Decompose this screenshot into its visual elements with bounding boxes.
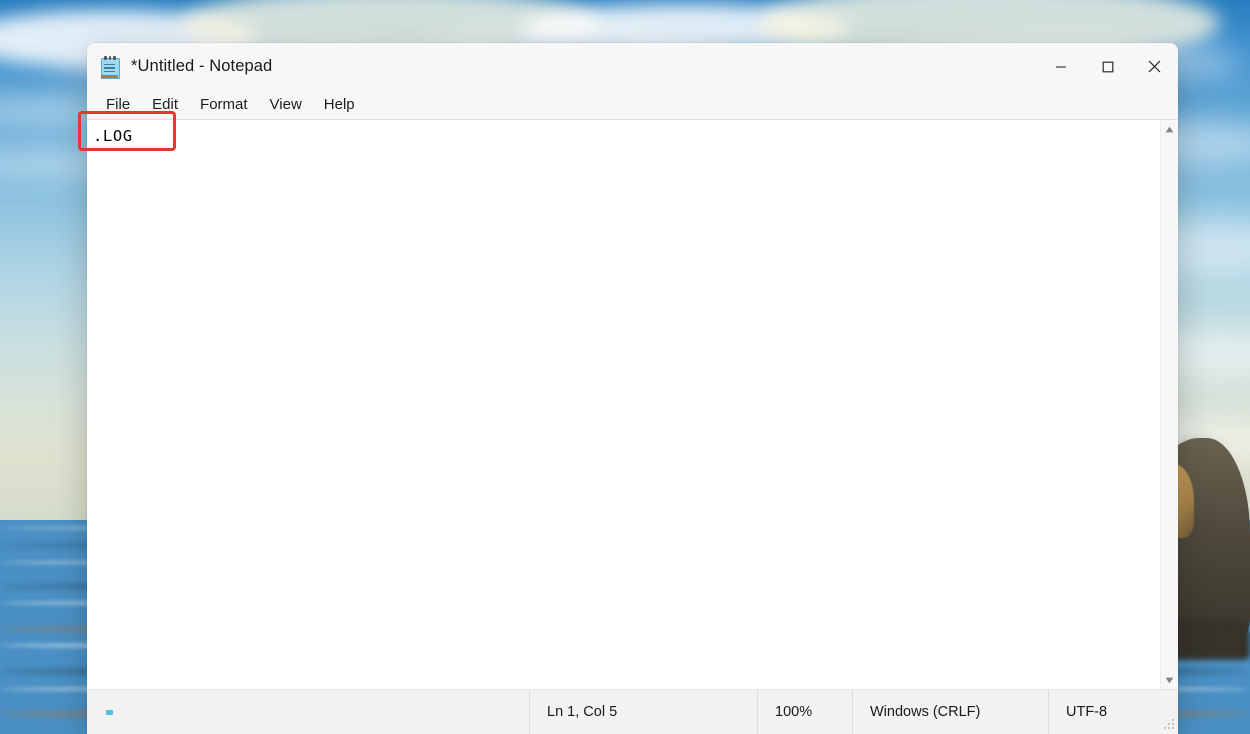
menu-item-help[interactable]: Help	[313, 94, 366, 115]
editor-region: .LOG	[87, 119, 1178, 689]
window-title: *Untitled - Notepad	[131, 57, 273, 75]
notepad-icon	[100, 55, 120, 79]
close-button[interactable]	[1131, 43, 1178, 90]
status-bar: Ln 1, Col 5 100% Windows (CRLF) UTF-8	[87, 689, 1178, 734]
menu-item-view[interactable]: View	[259, 94, 313, 115]
minimize-icon	[1055, 65, 1066, 68]
maximize-icon	[1102, 61, 1113, 72]
editor-content[interactable]: .LOG	[93, 126, 1160, 146]
menu-item-file[interactable]: File	[95, 94, 141, 115]
status-line-ending[interactable]: Windows (CRLF)	[852, 690, 1048, 734]
menu-bar: File Edit Format View Help	[87, 90, 1178, 119]
close-icon	[1148, 60, 1161, 73]
menu-item-edit[interactable]: Edit	[141, 94, 189, 115]
title-bar[interactable]: *Untitled - Notepad	[87, 43, 1178, 90]
status-encoding[interactable]: UTF-8	[1048, 690, 1137, 734]
status-line-column[interactable]: Ln 1, Col 5	[529, 690, 757, 734]
scroll-up-button[interactable]	[1161, 120, 1178, 138]
maximize-button[interactable]	[1084, 43, 1131, 90]
window-controls	[1037, 43, 1178, 90]
menu-item-format[interactable]: Format	[189, 94, 259, 115]
vertical-scrollbar[interactable]	[1160, 120, 1178, 689]
scroll-down-button[interactable]	[1161, 671, 1178, 689]
desktop: *Untitled - Notepad File Edit Format Vie…	[0, 0, 1250, 734]
chevron-up-icon	[1165, 126, 1174, 132]
text-editor[interactable]: .LOG	[87, 120, 1160, 689]
notepad-window: *Untitled - Notepad File Edit Format Vie…	[87, 43, 1178, 734]
chevron-down-icon	[1165, 677, 1174, 683]
status-bar-spacer	[87, 690, 529, 734]
minimize-button[interactable]	[1037, 43, 1084, 90]
status-zoom-level[interactable]: 100%	[757, 690, 852, 734]
resize-grip-icon[interactable]	[1161, 717, 1175, 731]
status-indicator-dot	[106, 710, 113, 715]
